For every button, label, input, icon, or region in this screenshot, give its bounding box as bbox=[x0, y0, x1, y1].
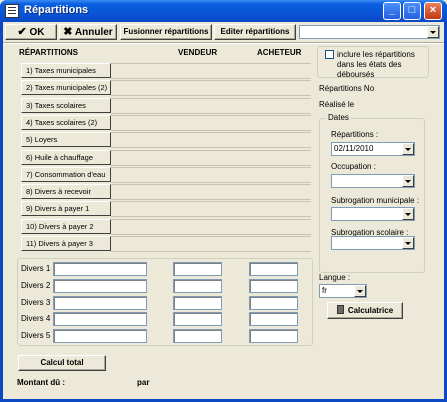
divers-label: Divers 1 bbox=[21, 264, 51, 273]
divers-description-input[interactable] bbox=[53, 278, 147, 293]
window-title: Répartitions bbox=[24, 4, 89, 16]
calcul-total-button[interactable]: Calcul total bbox=[18, 355, 106, 371]
divers-description-input[interactable] bbox=[53, 312, 147, 327]
langue-select[interactable]: fr bbox=[319, 284, 367, 298]
repartition-row[interactable] bbox=[111, 236, 311, 252]
repartition-row[interactable] bbox=[111, 149, 311, 166]
repartition-row[interactable] bbox=[111, 166, 311, 183]
repartition-row[interactable] bbox=[111, 114, 311, 131]
minimize-button[interactable]: _ bbox=[383, 2, 401, 20]
subrogation-municipale-select[interactable] bbox=[331, 207, 415, 221]
divers-vendeur-input[interactable] bbox=[173, 278, 222, 293]
window: Répartitions _ □ × ✔ OK ✖ Annuler Fusion… bbox=[0, 0, 447, 402]
repartition-button[interactable]: 2) Taxes municipales (2) bbox=[21, 80, 111, 96]
par-label: par bbox=[137, 378, 150, 387]
repartition-button[interactable]: 6) Huile à chauffage bbox=[21, 149, 111, 165]
repartition-row[interactable] bbox=[111, 63, 311, 79]
montant-du-label: Montant dû : bbox=[17, 378, 65, 387]
repartition-button[interactable]: 1) Taxes municipales bbox=[21, 63, 111, 78]
langue-label: Langue : bbox=[319, 273, 351, 282]
divers-label: Divers 4 bbox=[21, 314, 51, 324]
repartition-row[interactable] bbox=[111, 218, 311, 235]
divers-vendeur-input[interactable] bbox=[173, 262, 222, 276]
divers-acheteur-input[interactable] bbox=[249, 295, 298, 310]
client-area: ✔ OK ✖ Annuler Fusionner répartitions Ed… bbox=[3, 22, 444, 399]
toolbar-select[interactable] bbox=[299, 25, 440, 39]
chevron-down-icon[interactable] bbox=[402, 208, 414, 220]
divers-label: Divers 5 bbox=[21, 331, 51, 341]
repartition-row[interactable] bbox=[111, 97, 311, 114]
dates-group-label: Dates bbox=[326, 113, 351, 122]
divers-vendeur-input[interactable] bbox=[173, 329, 222, 344]
repartition-row[interactable] bbox=[111, 201, 311, 218]
repartitions-date-label: Répartitions : bbox=[331, 130, 379, 139]
chevron-down-icon[interactable] bbox=[427, 26, 439, 38]
repartition-button[interactable]: 8) Divers à recevoir bbox=[21, 184, 111, 200]
header-vendeur: VENDEUR bbox=[178, 48, 218, 57]
subrogation-municipale-label: Subrogation municipale : bbox=[331, 196, 420, 205]
close-button[interactable]: × bbox=[424, 2, 442, 20]
divers-acheteur-input[interactable] bbox=[249, 329, 298, 344]
repartition-button[interactable]: 5) Loyers bbox=[21, 132, 111, 148]
chevron-down-icon[interactable] bbox=[402, 175, 414, 187]
chevron-down-icon[interactable] bbox=[402, 143, 414, 155]
calculator-icon bbox=[336, 305, 344, 314]
repartition-button[interactable]: 7) Consommation d'eau bbox=[21, 166, 111, 182]
title-bar[interactable]: Répartitions _ □ × bbox=[0, 0, 447, 22]
divers-description-input[interactable] bbox=[53, 329, 147, 344]
calculatrice-button[interactable]: Calculatrice bbox=[327, 302, 403, 319]
header-repartitions: RÉPARTITIONS bbox=[19, 48, 78, 57]
cancel-button[interactable]: ✖ Annuler bbox=[59, 24, 117, 40]
occupation-label: Occupation : bbox=[331, 162, 376, 171]
divers-label: Divers 2 bbox=[21, 280, 51, 290]
divers-label: Divers 3 bbox=[21, 297, 51, 307]
toolbar-separator bbox=[3, 42, 444, 44]
divers-acheteur-input[interactable] bbox=[249, 262, 298, 276]
repartition-button[interactable]: 9) Divers à payer 1 bbox=[21, 201, 111, 217]
divers-description-input[interactable] bbox=[53, 262, 147, 276]
repartitions-date-select[interactable]: 02/11/2010 bbox=[331, 142, 415, 156]
include-label: inclure les répartitions dans les états … bbox=[337, 50, 415, 79]
include-checkbox[interactable] bbox=[325, 50, 334, 59]
repartition-button[interactable]: 3) Taxes scolaires bbox=[21, 97, 111, 113]
repartition-button[interactable]: 4) Taxes scolaires (2) bbox=[21, 114, 111, 130]
divers-acheteur-input[interactable] bbox=[249, 278, 298, 293]
repartition-button[interactable]: 10) Divers à payer 2 bbox=[21, 218, 111, 234]
divers-vendeur-input[interactable] bbox=[173, 295, 222, 310]
repartition-row[interactable] bbox=[111, 132, 311, 149]
header-acheteur: ACHETEUR bbox=[257, 48, 302, 57]
merge-repartitions-button[interactable]: Fusionner répartitions bbox=[120, 24, 212, 40]
app-icon bbox=[5, 4, 19, 18]
divers-vendeur-input[interactable] bbox=[173, 312, 222, 327]
maximize-button[interactable]: □ bbox=[403, 2, 421, 20]
realise-le-label: Réalisé le bbox=[319, 100, 355, 109]
subrogation-scolaire-select[interactable] bbox=[331, 236, 415, 250]
repartition-row[interactable] bbox=[111, 184, 311, 201]
divers-description-input[interactable] bbox=[53, 295, 147, 310]
repartition-row[interactable] bbox=[111, 80, 311, 97]
ok-button[interactable]: ✔ OK bbox=[5, 24, 57, 40]
x-icon: ✖ bbox=[63, 26, 73, 38]
repartition-button[interactable]: 11) Divers à payer 3 bbox=[21, 236, 111, 251]
edit-repartitions-button[interactable]: Editer répartitions bbox=[214, 24, 296, 40]
chevron-down-icon[interactable] bbox=[354, 285, 366, 297]
chevron-down-icon[interactable] bbox=[402, 237, 414, 249]
checkmark-icon: ✔ bbox=[17, 26, 27, 38]
divers-acheteur-input[interactable] bbox=[249, 312, 298, 327]
repartitions-no-label: Répartitions No bbox=[319, 84, 375, 93]
occupation-select[interactable] bbox=[331, 174, 415, 188]
